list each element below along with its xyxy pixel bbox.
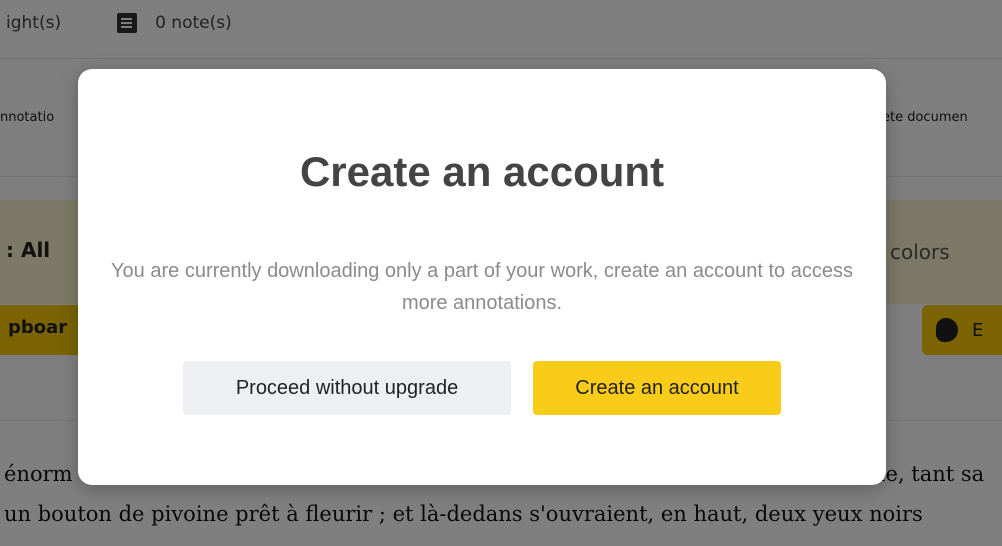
proceed-without-upgrade-button[interactable]: Proceed without upgrade — [183, 361, 511, 415]
create-account-button[interactable]: Create an account — [533, 361, 781, 415]
create-account-modal: Create an account You are currently down… — [78, 69, 886, 485]
modal-title: Create an account — [299, 148, 665, 195]
modal-description: You are currently downloading only a par… — [111, 260, 853, 314]
modal-actions: Proceed without upgrade Create an accoun… — [78, 361, 886, 415]
